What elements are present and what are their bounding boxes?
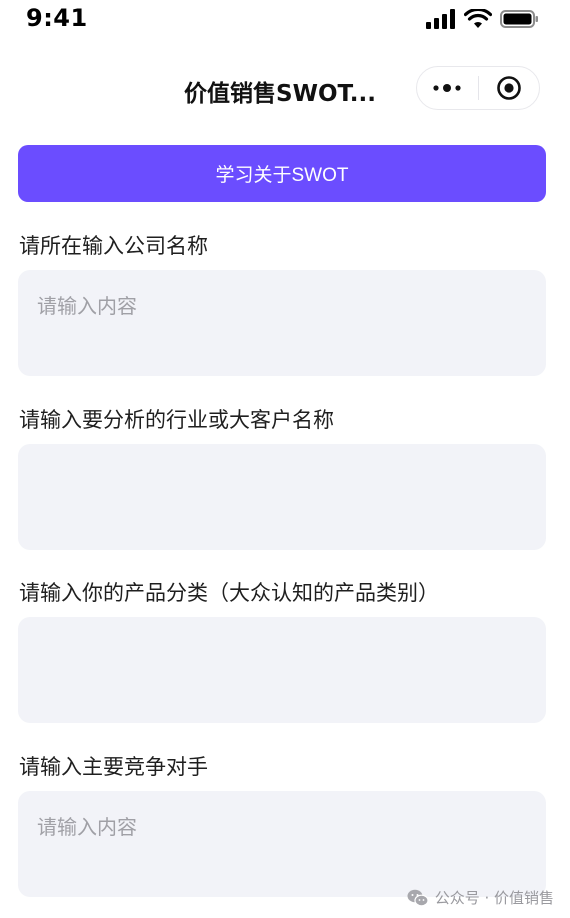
more-menu-button[interactable]	[417, 67, 478, 109]
status-bar: 9:41	[0, 0, 570, 40]
watermark-text: 公众号 · 价值销售	[434, 889, 554, 907]
target-icon	[496, 76, 521, 100]
more-dots-icon	[433, 84, 461, 92]
company-name-input[interactable]: 请输入内容	[18, 270, 546, 376]
competitors-input[interactable]: 请输入内容	[18, 791, 546, 897]
product-category-label: 请输入你的产品分类（大众认知的产品类别）	[19, 581, 439, 605]
nav-bar: 价值销售SWOT...	[0, 62, 570, 118]
close-mini-program-button[interactable]	[479, 67, 540, 109]
company-name-placeholder: 请输入内容	[37, 294, 137, 318]
industry-client-input[interactable]	[18, 444, 546, 550]
competitors-label: 请输入主要竞争对手	[19, 755, 208, 779]
status-icons	[426, 9, 540, 29]
status-time: 9:41	[26, 4, 88, 32]
battery-icon	[500, 10, 538, 28]
competitors-placeholder: 请输入内容	[37, 815, 137, 839]
watermark: 公众号 · 价值销售	[407, 887, 554, 908]
company-name-label: 请所在输入公司名称	[19, 234, 208, 258]
industry-client-label: 请输入要分析的行业或大客户名称	[19, 408, 334, 432]
mini-program-capsule	[416, 66, 540, 110]
product-category-input[interactable]	[18, 617, 546, 723]
wechat-icon	[407, 889, 429, 906]
screen: 9:41 价值销售SWOT... 学习关于SWOT 请所在输入公司名称 请输入内…	[0, 0, 570, 918]
signal-icon	[426, 9, 455, 29]
page-title: 价值销售SWOT...	[184, 81, 376, 107]
wifi-icon	[464, 9, 492, 28]
learn-swot-button[interactable]: 学习关于SWOT	[18, 145, 546, 202]
